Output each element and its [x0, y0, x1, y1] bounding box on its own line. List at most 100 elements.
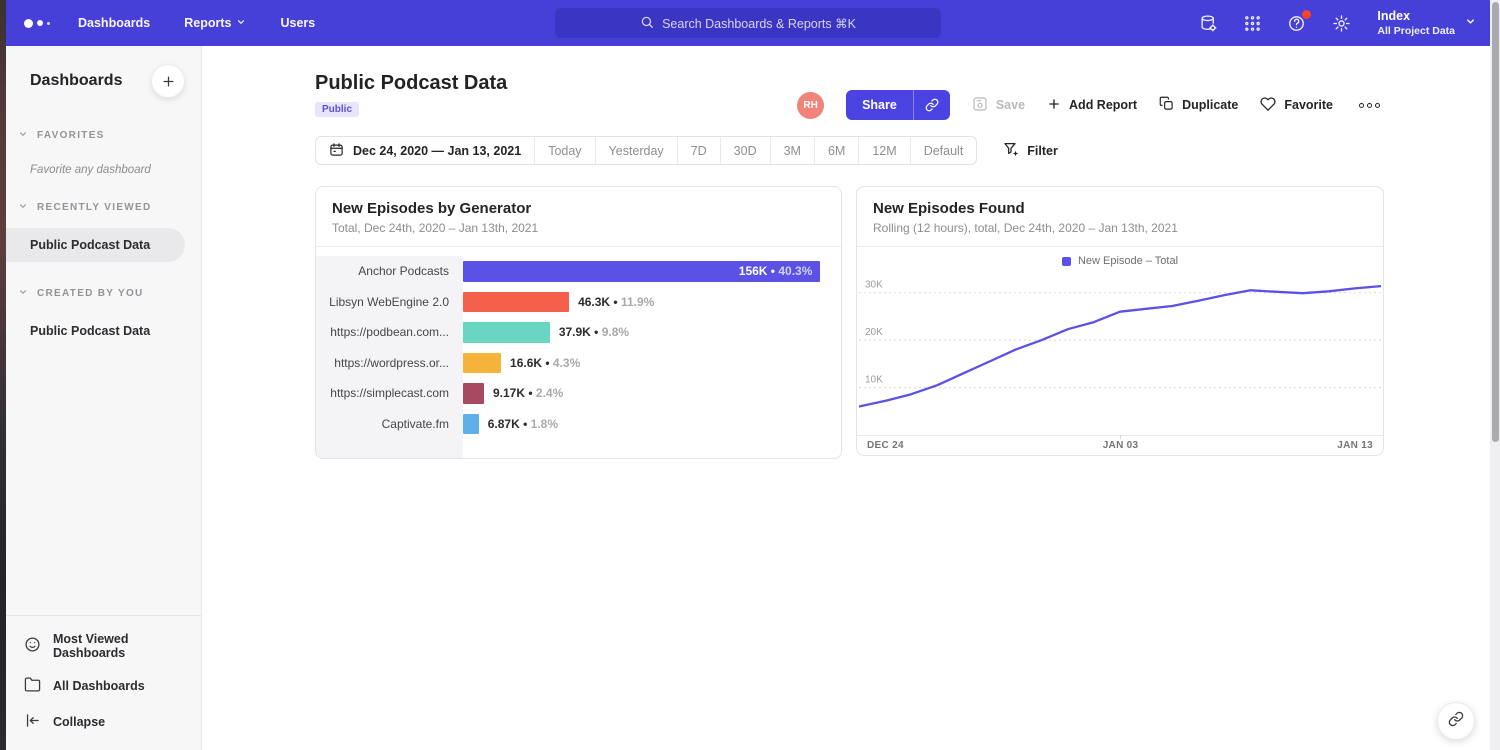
bar[interactable] — [463, 383, 484, 404]
add-dashboard-button[interactable] — [151, 64, 185, 98]
section-recently-viewed[interactable]: RECENTLY VIEWED — [6, 176, 201, 216]
bar-category-label: Anchor Podcasts — [316, 256, 463, 287]
date-preset-30d[interactable]: 30D — [721, 137, 771, 164]
line-chart-svg: 10K20K30K — [859, 269, 1381, 435]
bar-value-label: 46.3K • 11.9% — [578, 295, 654, 309]
bar-row[interactable]: https://wordpress.or... 16.6K • 4.3% — [316, 348, 841, 379]
page-scrollbar[interactable] — [1490, 0, 1500, 750]
x-axis: DEC 24 JAN 03 JAN 13 — [857, 435, 1383, 455]
nav-item-dashboards[interactable]: Dashboards — [78, 16, 150, 30]
report-title: New Episodes Found — [873, 200, 1367, 217]
bar-value-label: 16.6K • 4.3% — [510, 356, 580, 370]
date-preset-7d[interactable]: 7D — [678, 137, 721, 164]
collapse-sidebar-button[interactable]: Collapse — [6, 704, 201, 740]
notification-badge — [1302, 10, 1311, 19]
data-source-icon[interactable] — [1199, 14, 1218, 33]
bar-value-label: 6.87K • 1.8% — [488, 417, 558, 431]
copy-icon — [1159, 96, 1174, 114]
y-tick-label: 20K — [865, 327, 883, 338]
sidebar-item-public-podcast-data-created[interactable]: Public Podcast Data — [6, 314, 201, 348]
plus-icon — [1047, 97, 1061, 114]
save-button[interactable]: Save — [972, 96, 1025, 115]
calendar-icon — [329, 142, 344, 160]
legend-label: New Episode – Total — [1078, 255, 1178, 267]
background-window-sliver — [0, 0, 6, 750]
search-icon — [640, 15, 654, 32]
report-card-new-episodes-by-generator[interactable]: New Episodes by Generator Total, Dec 24t… — [315, 186, 842, 459]
bar-category-label: https://wordpress.or... — [316, 348, 463, 379]
link-icon — [1448, 711, 1464, 732]
project-scope: All Project Data — [1377, 25, 1455, 37]
section-favorites[interactable]: FAVORITES — [6, 104, 201, 144]
save-icon — [972, 96, 988, 115]
chevron-down-icon — [236, 16, 246, 30]
sidebar: Dashboards FAVORITES Favorite any dashbo… — [6, 46, 202, 750]
settings-gear-icon[interactable] — [1332, 14, 1351, 33]
most-viewed-dashboards-button[interactable]: Most Viewed Dashboards — [6, 624, 201, 668]
bar-label-column-filler — [316, 439, 841, 458]
share-button[interactable]: Share — [846, 90, 950, 120]
date-preset-12m[interactable]: 12M — [859, 137, 910, 164]
search-placeholder: Search Dashboards & Reports ⌘K — [662, 16, 856, 31]
more-options-button[interactable] — [1355, 99, 1384, 112]
line-chart-plot: 10K20K30K — [857, 269, 1383, 435]
bar[interactable]: 156K • 40.3% — [463, 261, 820, 282]
date-preset-default[interactable]: Default — [911, 137, 977, 164]
bar-category-label: https://podbean.com... — [316, 317, 463, 348]
apps-grid-icon[interactable] — [1244, 15, 1261, 32]
duplicate-button[interactable]: Duplicate — [1159, 96, 1238, 114]
section-created-by-you[interactable]: CREATED BY YOU — [6, 262, 201, 302]
add-report-button[interactable]: Add Report — [1047, 97, 1137, 114]
bar-row[interactable]: Captivate.fm 6.87K • 1.8% — [316, 409, 841, 440]
date-preset-3m[interactable]: 3M — [771, 137, 815, 164]
smiley-icon — [24, 636, 41, 656]
floating-link-button[interactable] — [1437, 702, 1475, 740]
bar-row[interactable]: Libsyn WebEngine 2.046.3K • 11.9% — [316, 287, 841, 318]
date-preset-6m[interactable]: 6M — [815, 137, 859, 164]
all-dashboards-button[interactable]: All Dashboards — [6, 668, 201, 704]
app-logo[interactable] — [24, 19, 50, 28]
favorite-button[interactable]: Favorite — [1260, 96, 1333, 115]
bar[interactable] — [463, 292, 569, 313]
report-subtitle: Total, Dec 24th, 2020 – Jan 13th, 2021 — [332, 221, 825, 235]
help-icon[interactable] — [1287, 14, 1306, 33]
date-range-group: Dec 24, 2020 — Jan 13, 2021 TodayYesterd… — [315, 136, 977, 165]
bar[interactable] — [463, 353, 501, 374]
avatar[interactable]: RH — [797, 92, 824, 119]
bar-value-label: 9.17K • 2.4% — [493, 386, 563, 400]
sidebar-title: Dashboards — [30, 72, 122, 90]
horizontal-bar-chart: Anchor Podcasts 156K • 40.3% Libsyn WebEng… — [316, 247, 841, 458]
filter-button[interactable]: Filter — [1003, 141, 1058, 160]
x-tick-start: DEC 24 — [867, 440, 904, 451]
bar-category-label: Captivate.fm — [316, 409, 463, 440]
favorites-empty-note: Favorite any dashboard — [6, 144, 201, 176]
bar-row[interactable]: https://simplecast.com 9.17K • 2.4% — [316, 378, 841, 409]
nav-item-reports[interactable]: Reports — [184, 16, 246, 30]
sidebar-item-public-podcast-data-recent[interactable]: Public Podcast Data — [6, 228, 185, 262]
bar-row[interactable]: Anchor Podcasts 156K • 40.3% — [316, 256, 841, 287]
nav-item-users[interactable]: Users — [280, 16, 315, 30]
date-preset-yesterday[interactable]: Yesterday — [596, 137, 678, 164]
chevron-down-icon — [18, 126, 28, 144]
y-tick-label: 30K — [865, 280, 883, 291]
bar[interactable] — [463, 414, 479, 435]
chevron-down-icon — [18, 198, 28, 216]
legend-swatch — [1062, 257, 1071, 266]
line-series-new-episode-total — [859, 286, 1381, 406]
project-switcher[interactable]: Index All Project Data — [1377, 9, 1476, 37]
chevron-down-icon — [1465, 14, 1476, 32]
project-name: Index — [1377, 9, 1455, 25]
bar-row[interactable]: https://podbean.com...37.9K • 9.8% — [316, 317, 841, 348]
x-axis-mid-tick — [1120, 435, 1121, 439]
scrollbar-thumb[interactable] — [1492, 2, 1499, 442]
x-tick-end: JAN 13 — [1337, 440, 1373, 451]
share-link-icon[interactable] — [913, 90, 950, 120]
bar-value-label: 156K • 40.3% — [739, 264, 813, 278]
bar-category-label: https://simplecast.com — [316, 378, 463, 409]
chart-legend: New Episode – Total — [857, 247, 1383, 269]
search-input[interactable]: Search Dashboards & Reports ⌘K — [555, 8, 941, 38]
date-range-picker[interactable]: Dec 24, 2020 — Jan 13, 2021 — [316, 137, 535, 164]
date-preset-today[interactable]: Today — [535, 137, 595, 164]
report-card-new-episodes-found[interactable]: New Episodes Found Rolling (12 hours), t… — [856, 186, 1384, 456]
bar[interactable] — [463, 322, 550, 343]
